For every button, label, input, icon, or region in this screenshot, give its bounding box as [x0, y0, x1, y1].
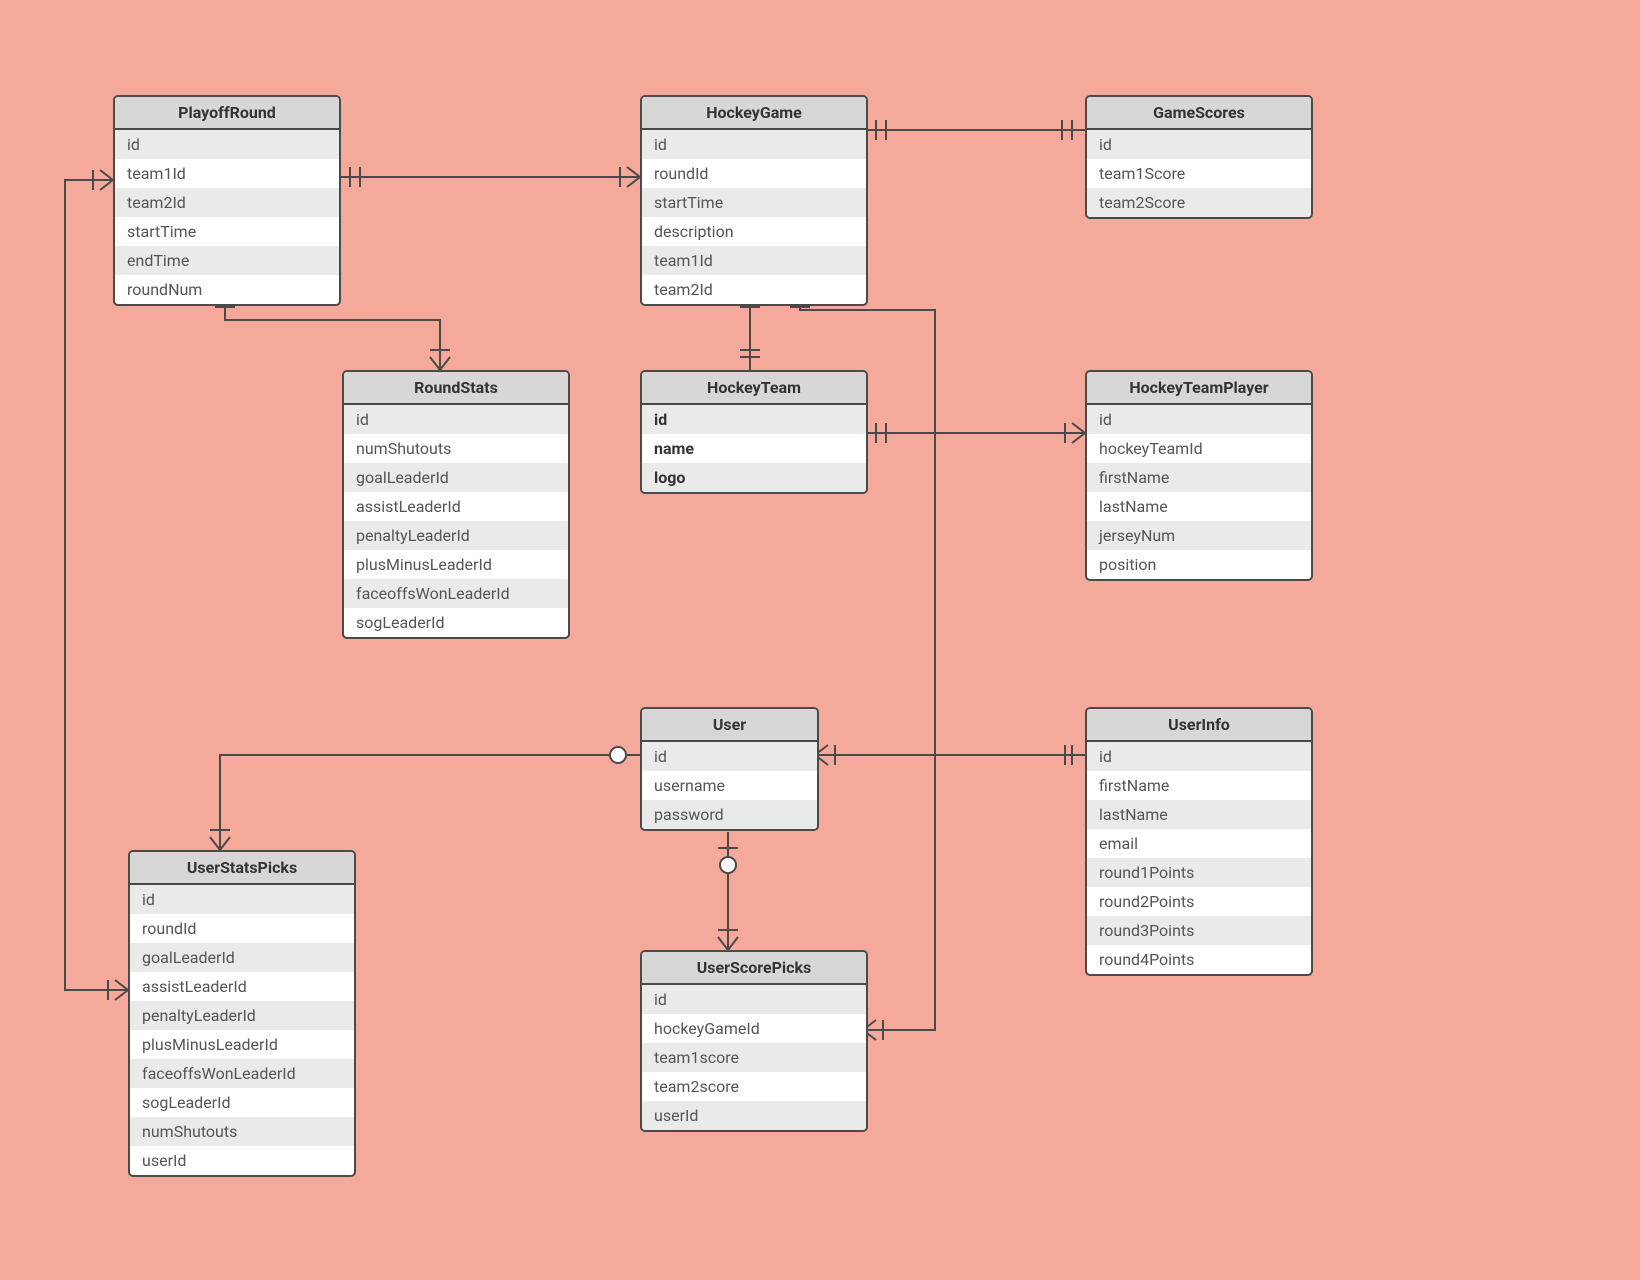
field: team2Id — [115, 188, 339, 217]
entity-title: UserScorePicks — [642, 952, 866, 985]
entity-gamescores: GameScores id team1Score team2Score — [1085, 95, 1313, 219]
field: team1Id — [642, 246, 866, 275]
field: lastName — [1087, 800, 1311, 829]
field: id — [642, 405, 866, 434]
field: team2Score — [1087, 188, 1311, 217]
entity-title: User — [642, 709, 817, 742]
field: position — [1087, 550, 1311, 579]
field: numShutouts — [344, 434, 568, 463]
entity-title: HockeyTeamPlayer — [1087, 372, 1311, 405]
field: sogLeaderId — [130, 1088, 354, 1117]
entity-title: HockeyTeam — [642, 372, 866, 405]
field: lastName — [1087, 492, 1311, 521]
field: jerseyNum — [1087, 521, 1311, 550]
field: roundId — [130, 914, 354, 943]
field: name — [642, 434, 866, 463]
field: goalLeaderId — [130, 943, 354, 972]
entity-title: RoundStats — [344, 372, 568, 405]
field: faceoffsWonLeaderId — [130, 1059, 354, 1088]
entity-title: HockeyGame — [642, 97, 866, 130]
field: faceoffsWonLeaderId — [344, 579, 568, 608]
entity-hockeyteamplayer: HockeyTeamPlayer id hockeyTeamId firstNa… — [1085, 370, 1313, 581]
field: id — [1087, 130, 1311, 159]
entity-title: UserStatsPicks — [130, 852, 354, 885]
field: goalLeaderId — [344, 463, 568, 492]
field: id — [642, 985, 866, 1014]
field: password — [642, 800, 817, 829]
field: penaltyLeaderId — [130, 1001, 354, 1030]
rel-hockeygame-gamescores — [863, 120, 1085, 140]
entity-title: PlayoffRound — [115, 97, 339, 130]
field: round2Points — [1087, 887, 1311, 916]
field: email — [1087, 829, 1311, 858]
field: startTime — [642, 188, 866, 217]
field: round4Points — [1087, 945, 1311, 974]
field: hockeyTeamId — [1087, 434, 1311, 463]
field: roundNum — [115, 275, 339, 304]
entity-roundstats: RoundStats id numShutouts goalLeaderId a… — [342, 370, 570, 639]
field: penaltyLeaderId — [344, 521, 568, 550]
field: team2score — [642, 1072, 866, 1101]
field: plusMinusLeaderId — [344, 550, 568, 579]
er-diagram-canvas: PlayoffRound id team1Id team2Id startTim… — [0, 0, 1640, 1280]
field: team1score — [642, 1043, 866, 1072]
field: assistLeaderId — [130, 972, 354, 1001]
field: firstName — [1087, 771, 1311, 800]
entity-title: GameScores — [1087, 97, 1311, 130]
entity-user: User id username password — [640, 707, 819, 831]
field: id — [1087, 405, 1311, 434]
field: startTime — [115, 217, 339, 246]
field: id — [1087, 742, 1311, 771]
rel-user-userscorepicks — [718, 832, 738, 950]
field: id — [130, 885, 354, 914]
field: id — [642, 742, 817, 771]
entity-playoffround: PlayoffRound id team1Id team2Id startTim… — [113, 95, 341, 306]
entity-userscorepicks: UserScorePicks id hockeyGameId team1scor… — [640, 950, 868, 1132]
rel-hockeyteam-hockeyteamplayer — [863, 423, 1085, 443]
field: userId — [130, 1146, 354, 1175]
entity-userstatspicks: UserStatsPicks id roundId goalLeaderId a… — [128, 850, 356, 1177]
field: id — [642, 130, 866, 159]
field: round1Points — [1087, 858, 1311, 887]
field: team1Score — [1087, 159, 1311, 188]
field: team2Id — [642, 275, 866, 304]
entity-hockeygame: HockeyGame id roundId startTime descript… — [640, 95, 868, 306]
field: firstName — [1087, 463, 1311, 492]
field: assistLeaderId — [344, 492, 568, 521]
entity-hockeyteam: HockeyTeam id name logo — [640, 370, 868, 494]
field: team1Id — [115, 159, 339, 188]
field: numShutouts — [130, 1117, 354, 1146]
field: description — [642, 217, 866, 246]
field: username — [642, 771, 817, 800]
field: hockeyGameId — [642, 1014, 866, 1043]
field: logo — [642, 463, 866, 492]
field: roundId — [642, 159, 866, 188]
field: id — [115, 130, 339, 159]
field: sogLeaderId — [344, 608, 568, 637]
field: id — [344, 405, 568, 434]
field: round3Points — [1087, 916, 1311, 945]
entity-userinfo: UserInfo id firstName lastName email rou… — [1085, 707, 1313, 976]
field: userId — [642, 1101, 866, 1130]
rel-playoffround-hockeygame — [337, 167, 640, 187]
field: endTime — [115, 246, 339, 275]
rel-user-userstatspicks — [210, 747, 640, 850]
rel-user-userinfo — [815, 745, 1085, 765]
entity-title: UserInfo — [1087, 709, 1311, 742]
field: plusMinusLeaderId — [130, 1030, 354, 1059]
